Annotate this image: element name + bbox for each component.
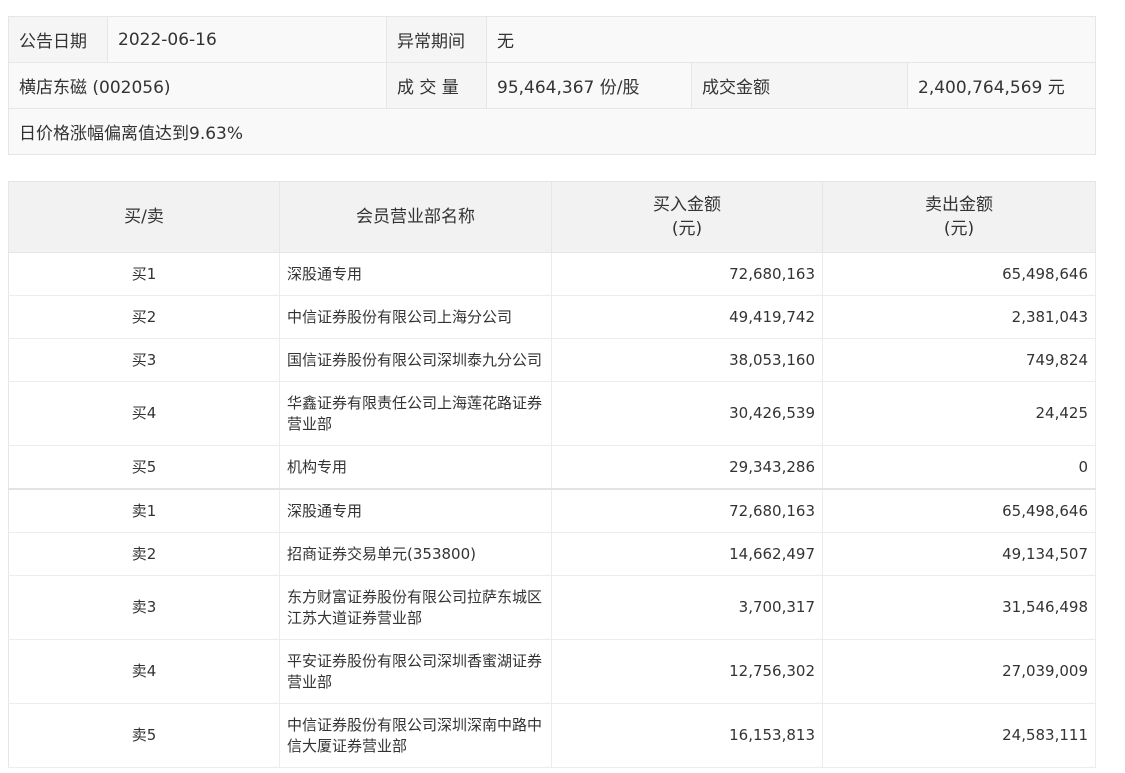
row-sell-amount: 65,498,646 bbox=[822, 488, 1096, 533]
row-sell-amount: 27,039,009 bbox=[822, 639, 1096, 704]
volume-value: 95,464,367 份/股 bbox=[486, 62, 692, 109]
row-member: 平安证券股份有限公司深圳香蜜湖证券营业部 bbox=[279, 639, 552, 704]
row-member: 华鑫证券有限责任公司上海莲花路证券营业部 bbox=[279, 381, 552, 446]
row-buy-amount: 14,662,497 bbox=[551, 532, 823, 576]
table-row: 买5 机构专用 29,343,286 0 bbox=[8, 445, 1096, 490]
stock-name: 横店东磁 (002056) bbox=[8, 62, 387, 109]
row-member: 中信证券股份有限公司上海分公司 bbox=[279, 295, 552, 339]
row-sell-amount: 65,498,646 bbox=[822, 252, 1096, 296]
row-buy-amount: 72,680,163 bbox=[551, 488, 823, 533]
row-sell-amount: 0 bbox=[822, 445, 1096, 490]
row-buy-amount: 49,419,742 bbox=[551, 295, 823, 339]
row-side: 卖3 bbox=[8, 575, 280, 640]
table-row: 买1 深股通专用 72,680,163 65,498,646 bbox=[8, 252, 1096, 296]
row-buy-amount: 16,153,813 bbox=[551, 703, 823, 768]
header-buy-amount: 买入金额 (元) bbox=[551, 181, 823, 253]
row-member: 中信证券股份有限公司深圳深南中路中信大厦证券营业部 bbox=[279, 703, 552, 768]
row-buy-amount: 72,680,163 bbox=[551, 252, 823, 296]
row-side: 买3 bbox=[8, 338, 280, 382]
row-side: 卖4 bbox=[8, 639, 280, 704]
header-buy-amount-unit: (元) bbox=[671, 219, 703, 239]
volume-label: 成 交 量 bbox=[386, 62, 487, 109]
row-sell-amount: 24,425 bbox=[822, 381, 1096, 446]
table-row: 卖3 东方财富证券股份有限公司拉萨东城区江苏大道证券营业部 3,700,317 … bbox=[8, 575, 1096, 640]
row-member: 深股通专用 bbox=[279, 252, 552, 296]
row-side: 买1 bbox=[8, 252, 280, 296]
announcement-info-table: 公告日期 2022-06-16 异常期间 无 横店东磁 (002056) 成 交… bbox=[7, 16, 1097, 155]
table-row: 卖1 深股通专用 72,680,163 65,498,646 bbox=[8, 488, 1096, 533]
table-row: 卖4 平安证券股份有限公司深圳香蜜湖证券营业部 12,756,302 27,03… bbox=[8, 639, 1096, 704]
row-buy-amount: 12,756,302 bbox=[551, 639, 823, 704]
row-sell-amount: 31,546,498 bbox=[822, 575, 1096, 640]
amount-label: 成交金额 bbox=[691, 62, 908, 109]
announcement-date-label: 公告日期 bbox=[8, 16, 108, 63]
row-side: 买5 bbox=[8, 445, 280, 490]
row-sell-amount: 49,134,507 bbox=[822, 532, 1096, 576]
header-sell-amount-title: 卖出金额 bbox=[925, 195, 993, 215]
table-row: 卖2 招商证券交易单元(353800) 14,662,497 49,134,50… bbox=[8, 532, 1096, 576]
table-row: 卖5 中信证券股份有限公司深圳深南中路中信大厦证券营业部 16,153,813 … bbox=[8, 703, 1096, 768]
table-row: 买4 华鑫证券有限责任公司上海莲花路证券营业部 30,426,539 24,42… bbox=[8, 381, 1096, 446]
abnormal-period-value: 无 bbox=[485, 16, 1097, 63]
row-side: 买2 bbox=[8, 295, 280, 339]
row-member: 东方财富证券股份有限公司拉萨东城区江苏大道证券营业部 bbox=[279, 575, 552, 640]
row-member: 招商证券交易单元(353800) bbox=[279, 532, 552, 576]
row-sell-amount: 2,381,043 bbox=[822, 295, 1096, 339]
deviation-description: 日价格涨幅偏离值达到9.63% bbox=[7, 108, 1097, 155]
row-member: 深股通专用 bbox=[279, 488, 552, 533]
row-sell-amount: 24,583,111 bbox=[822, 703, 1096, 768]
table-row: 买3 国信证券股份有限公司深圳泰九分公司 38,053,160 749,824 bbox=[8, 338, 1096, 382]
announcement-date-value: 2022-06-16 bbox=[107, 16, 387, 63]
row-side: 卖2 bbox=[8, 532, 280, 576]
abnormal-period-label: 异常期间 bbox=[386, 16, 487, 63]
row-member: 机构专用 bbox=[279, 445, 552, 490]
table-row: 买2 中信证券股份有限公司上海分公司 49,419,742 2,381,043 bbox=[8, 295, 1096, 339]
header-member: 会员营业部名称 bbox=[279, 181, 552, 253]
header-buy-amount-title: 买入金额 bbox=[653, 195, 721, 215]
header-side: 买/卖 bbox=[8, 181, 280, 253]
header-sell-amount-unit: (元) bbox=[943, 219, 975, 239]
row-buy-amount: 30,426,539 bbox=[551, 381, 823, 446]
row-side: 卖5 bbox=[8, 703, 280, 768]
amount-value: 2,400,764,569 元 bbox=[906, 62, 1097, 109]
trade-detail-table: 买/卖 会员营业部名称 买入金额 (元) 卖出金额 (元) 买1 深股通专用 7… bbox=[8, 181, 1096, 768]
row-side: 卖1 bbox=[8, 488, 280, 533]
row-buy-amount: 3,700,317 bbox=[551, 575, 823, 640]
row-side: 买4 bbox=[8, 381, 280, 446]
row-buy-amount: 29,343,286 bbox=[551, 445, 823, 490]
row-member: 国信证券股份有限公司深圳泰九分公司 bbox=[279, 338, 552, 382]
row-sell-amount: 749,824 bbox=[822, 338, 1096, 382]
header-sell-amount: 卖出金额 (元) bbox=[822, 181, 1096, 253]
row-buy-amount: 38,053,160 bbox=[551, 338, 823, 382]
